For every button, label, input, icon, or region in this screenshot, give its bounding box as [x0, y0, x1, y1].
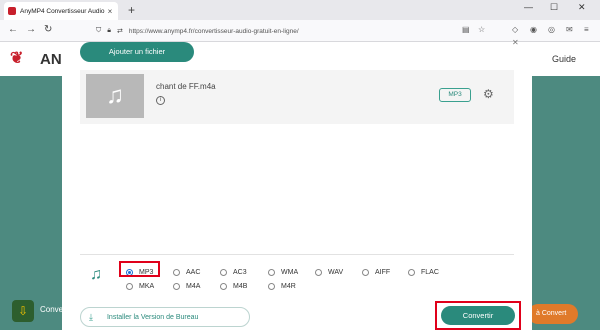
forward-icon[interactable]: →	[26, 24, 36, 36]
radio-aiff[interactable]	[362, 269, 369, 276]
download-icon: ⤓	[89, 311, 93, 322]
tab-title: AnyMP4 Convertisseur Audio G	[20, 7, 106, 15]
format-option-m4b[interactable]: M4B	[220, 283, 247, 290]
menu-icon[interactable]: ≡	[584, 25, 589, 35]
install-desktop-button[interactable]: ⤓ Installer la Version de Bureau	[80, 307, 250, 327]
pocket-icon[interactable]: ◇	[512, 25, 518, 35]
account-icon[interactable]: ◎	[548, 25, 555, 35]
bookmark-icon[interactable]: ☆	[478, 25, 485, 35]
logo-text[interactable]: AN	[40, 51, 62, 68]
radio-wma[interactable]	[268, 269, 275, 276]
radio-aac[interactable]	[173, 269, 180, 276]
music-note-icon: ♫	[90, 266, 102, 283]
format-option-ac3[interactable]: AC3	[220, 269, 247, 276]
format-option-m4r[interactable]: M4R	[268, 283, 296, 290]
radio-m4a[interactable]	[173, 283, 180, 290]
format-label: AIFF	[375, 269, 391, 276]
format-option-aiff[interactable]: AIFF	[362, 269, 390, 276]
format-label: WAV	[328, 269, 344, 276]
install-label: Installer la Version de Bureau	[106, 313, 199, 321]
mp3-highlight-box	[119, 261, 160, 277]
shield-icon[interactable]: ⛉	[96, 27, 101, 35]
format-option-m4a[interactable]: M4A	[173, 283, 200, 290]
tab-strip: AnyMP4 Convertisseur Audio G × + — ☐ ✕	[0, 0, 600, 20]
favicon-icon	[8, 7, 16, 15]
url-text[interactable]: https://www.anymp4.fr/convertisseur-audi…	[129, 28, 299, 35]
format-option-mka[interactable]: MKA	[126, 283, 154, 290]
add-file-button[interactable]: Ajouter un fichier	[80, 42, 194, 62]
format-option-wav[interactable]: WAV	[315, 269, 343, 276]
format-label: MKA	[139, 283, 155, 290]
minimize-button[interactable]: —	[524, 2, 533, 12]
radio-m4b[interactable]	[220, 283, 227, 290]
maximize-button[interactable]: ☐	[550, 2, 558, 13]
format-option-wma[interactable]: WMA	[268, 269, 298, 276]
permissions-icon[interactable]: ⇄	[117, 27, 123, 35]
format-label: M4A	[186, 283, 201, 290]
online-convert-button[interactable]: à Convert	[528, 304, 578, 324]
radio-wav[interactable]	[315, 269, 322, 276]
browser-window: AnyMP4 Convertisseur Audio G × + — ☐ ✕ ←…	[0, 0, 600, 330]
guide-menu[interactable]: Guide	[552, 54, 576, 64]
info-icon[interactable]: i	[156, 96, 165, 105]
converter-label: Conve	[40, 305, 64, 314]
output-format-badge[interactable]: MP3	[439, 88, 471, 102]
new-tab-button[interactable]: +	[128, 3, 135, 17]
gear-icon[interactable]: ⚙	[483, 87, 494, 101]
format-label: AC3	[233, 269, 247, 276]
radio-ac3[interactable]	[220, 269, 227, 276]
mail-icon[interactable]: ✉	[566, 25, 573, 35]
radio-mka[interactable]	[126, 283, 133, 290]
file-name: chant de FF.m4a	[156, 82, 216, 91]
tab-anymp4[interactable]: AnyMP4 Convertisseur Audio G ×	[4, 2, 118, 20]
dialog-close-icon[interactable]: ✕	[512, 38, 519, 47]
nav-bar: ← → ↻ ⛉ 🔒︎ ⇄ https://www.anymp4.fr/conve…	[0, 20, 600, 42]
address-bar[interactable]: ⛉ 🔒︎ ⇄ https://www.anymp4.fr/convertisse…	[96, 23, 456, 39]
format-option-aac[interactable]: AAC	[173, 269, 200, 276]
logo-icon[interactable]: ❦	[10, 50, 36, 68]
format-label: M4R	[281, 283, 296, 290]
radio-m4r[interactable]	[268, 283, 275, 290]
converter-dialog: Ajouter un fichier ✕ ♫ chant de FF.m4a i…	[62, 38, 532, 330]
format-label: M4B	[233, 283, 248, 290]
lock-icon[interactable]: 🔒︎	[107, 27, 111, 35]
reader-icon[interactable]: ▤	[462, 25, 470, 35]
radio-flac[interactable]	[408, 269, 415, 276]
format-option-flac[interactable]: FLAC	[408, 269, 439, 276]
format-label: AAC	[186, 269, 201, 276]
close-window-button[interactable]: ✕	[578, 2, 586, 13]
close-tab-icon[interactable]: ×	[106, 7, 114, 16]
file-row: ♫ chant de FF.m4a i MP3 ⚙	[80, 70, 514, 124]
format-label: WMA	[281, 269, 299, 276]
divider	[80, 254, 514, 255]
extension-icon[interactable]: ◉	[530, 25, 537, 35]
convert-highlight-box: Convertir	[435, 301, 521, 330]
convert-button[interactable]: Convertir	[441, 306, 515, 325]
reload-icon[interactable]: ↻	[44, 24, 52, 36]
back-icon[interactable]: ←	[8, 24, 18, 36]
format-label: FLAC	[421, 269, 439, 276]
audio-thumbnail-icon: ♫	[86, 74, 144, 118]
download-app-icon[interactable]: ⇩	[12, 300, 34, 322]
